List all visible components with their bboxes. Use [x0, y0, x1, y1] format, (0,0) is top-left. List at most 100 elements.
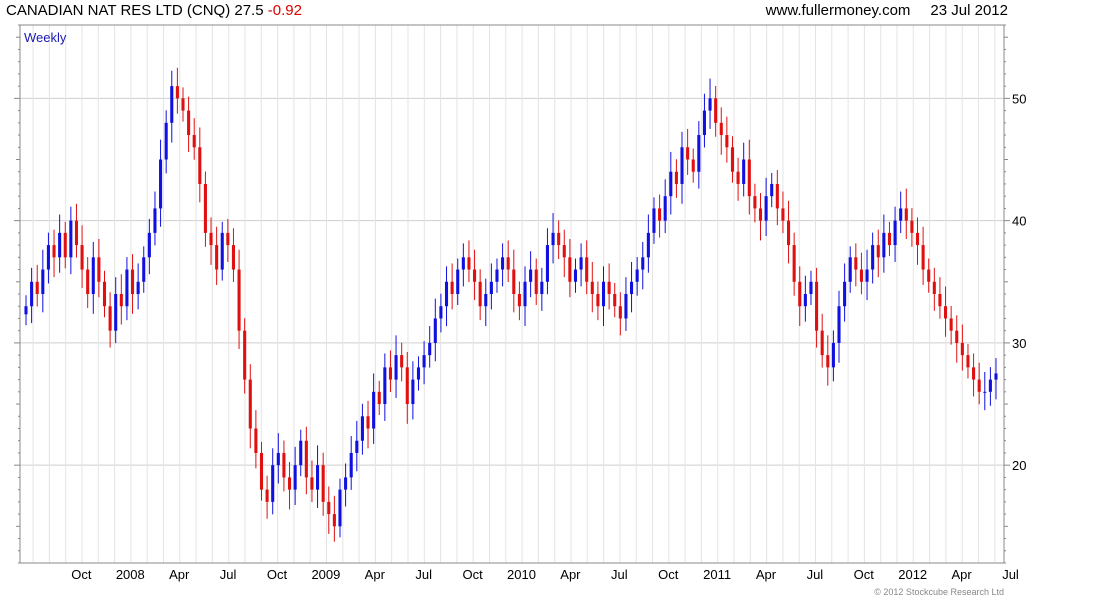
- x-tick-label: Oct: [854, 567, 875, 582]
- candle-body: [164, 122, 168, 160]
- candle-body: [742, 159, 746, 184]
- candle-body: [876, 245, 880, 258]
- candle-body: [529, 269, 533, 282]
- candle-body: [478, 281, 482, 307]
- candle-body: [904, 208, 908, 221]
- candle-body: [725, 135, 729, 148]
- candle-body: [181, 98, 185, 111]
- candle-body: [865, 269, 869, 282]
- candle-body: [775, 183, 779, 209]
- candle-body: [30, 281, 34, 307]
- candle-body: [91, 257, 95, 294]
- candle-body: [125, 269, 129, 307]
- candle-body: [893, 220, 897, 246]
- candle-body: [708, 98, 712, 111]
- candle-body: [293, 465, 297, 490]
- candle-body: [24, 306, 28, 315]
- candle-body: [966, 355, 970, 368]
- candle-body: [74, 220, 79, 246]
- candle-body: [618, 306, 622, 319]
- x-tick-label: 2012: [898, 567, 927, 582]
- candle-body: [943, 306, 948, 319]
- candle-body: [972, 367, 976, 380]
- grid-lines: [20, 25, 1004, 563]
- candle-body: [428, 342, 432, 356]
- candle-body: [568, 257, 572, 282]
- candle-body: [613, 294, 617, 307]
- candle-body: [400, 355, 404, 368]
- candle-body: [299, 440, 303, 466]
- candle-body: [344, 477, 348, 490]
- y-tick-label: 50: [1012, 91, 1026, 106]
- candle-body: [512, 269, 516, 294]
- candle-body: [691, 159, 695, 172]
- candle-body: [46, 245, 50, 270]
- candle-body: [630, 281, 634, 294]
- candle-body: [714, 98, 718, 123]
- x-tick-label: Apr: [756, 567, 777, 582]
- candle-body: [461, 257, 465, 270]
- candle-body: [86, 269, 90, 294]
- candle-body: [663, 196, 667, 221]
- x-axis-labels: Oct 2008 Apr Jul Oct 2009 Apr Jul Oct 2010 Apr Jul O…: [71, 567, 1019, 582]
- candle-body: [192, 135, 196, 148]
- candle-body: [388, 367, 392, 380]
- candle-body: [450, 281, 454, 294]
- candle-body: [411, 379, 415, 405]
- candle-body: [921, 245, 925, 270]
- candle-body: [977, 379, 981, 392]
- candle-body: [484, 294, 488, 307]
- candle-body: [949, 318, 953, 331]
- candle-body: [871, 245, 875, 270]
- candle-body: [501, 257, 505, 270]
- y-tick-label: 40: [1012, 214, 1026, 229]
- x-tick-label: Jul: [220, 567, 237, 582]
- candle-body: [282, 452, 286, 478]
- candle-body: [349, 452, 353, 478]
- candle-body: [815, 281, 819, 331]
- candle-body: [646, 232, 650, 258]
- candle-body: [271, 465, 275, 502]
- candle-body: [932, 281, 936, 294]
- candle-body: [102, 281, 107, 307]
- candle-body: [422, 355, 426, 368]
- candle-body: [444, 281, 449, 307]
- candle-body: [473, 269, 477, 282]
- candle-body: [826, 355, 830, 368]
- candle-body: [310, 477, 314, 490]
- candle-body: [915, 232, 920, 246]
- candle-body: [787, 220, 791, 246]
- x-tick-label: Apr: [951, 567, 972, 582]
- candle-body: [899, 208, 903, 221]
- x-tick-label: Jul: [1002, 567, 1019, 582]
- candle-body: [383, 367, 387, 405]
- plot-frame: [19, 24, 1005, 564]
- candle-body: [736, 171, 740, 184]
- candle-body: [579, 257, 583, 270]
- x-tick-label: Jul: [807, 567, 824, 582]
- candle-body: [321, 465, 325, 502]
- candle-body: [669, 171, 673, 197]
- candle-body: [686, 147, 690, 160]
- candle-body: [887, 232, 892, 246]
- candle-body: [35, 281, 39, 294]
- candle-body: [955, 330, 959, 343]
- x-tick-label: Jul: [415, 567, 432, 582]
- candle-body: [338, 489, 342, 527]
- candle-body: [585, 257, 589, 282]
- candle-body: [938, 294, 942, 307]
- candle-body: [960, 342, 964, 356]
- candle-body: [416, 367, 421, 380]
- candle-body: [702, 110, 706, 136]
- candle-body: [360, 416, 364, 441]
- x-tick-label: Apr: [560, 567, 581, 582]
- candle-body: [680, 147, 684, 184]
- candle-body: [203, 183, 207, 233]
- y-tick-label: 30: [1012, 336, 1026, 351]
- frequency-label: Weekly: [24, 30, 67, 45]
- candle-body: [517, 294, 521, 307]
- candle-body: [674, 171, 678, 184]
- candle-body: [355, 440, 359, 453]
- candle-body: [635, 269, 639, 282]
- candle-body: [467, 257, 471, 270]
